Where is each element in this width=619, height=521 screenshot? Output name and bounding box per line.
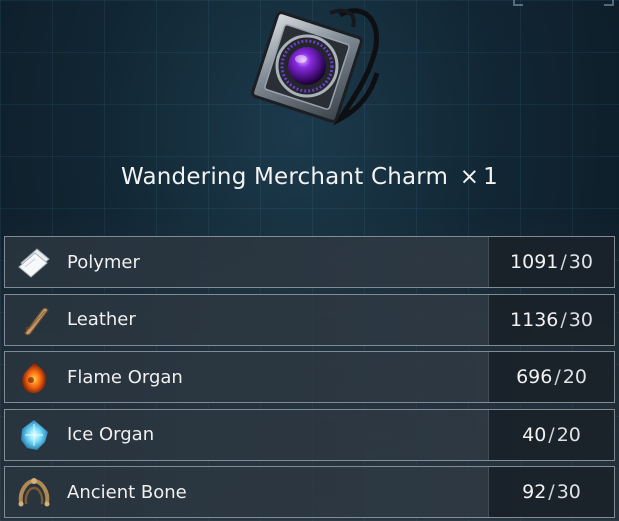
- material-quantity: 92/30: [488, 467, 614, 517]
- material-quantity: 1091/30: [488, 237, 614, 287]
- separator: /: [554, 366, 561, 388]
- item-quantity: 1: [483, 164, 499, 190]
- required-count: 20: [562, 366, 587, 388]
- ice-organ-icon: [15, 416, 53, 454]
- flame-organ-icon: [15, 358, 53, 396]
- owned-count: 40: [522, 423, 547, 446]
- multiplier-sign: ×: [459, 164, 480, 190]
- owned-count: 696: [516, 366, 553, 388]
- separator: /: [548, 423, 555, 446]
- required-count: 30: [556, 481, 581, 503]
- ancient-bone-icon: [15, 473, 53, 511]
- frame-corner: [513, 0, 523, 6]
- material-quantity: 40/20: [488, 409, 614, 460]
- frame-corner: [604, 0, 614, 6]
- polymer-icon: [15, 243, 53, 281]
- material-row-flame-organ: Flame Organ 696/20: [4, 351, 615, 403]
- material-row-leather: Leather 1136/30: [4, 293, 615, 346]
- material-quantity: 696/20: [488, 352, 614, 402]
- material-row-ice-organ: Ice Organ 40/20: [4, 408, 615, 461]
- separator: /: [548, 481, 555, 503]
- material-quantity: 1136/30: [488, 294, 614, 345]
- separator: /: [560, 251, 567, 273]
- crafting-panel: Wandering Merchant Charm × 1 Polymer 1091…: [0, 0, 619, 521]
- material-name: Flame Organ: [67, 366, 183, 388]
- required-count: 20: [556, 423, 581, 446]
- leather-icon: [15, 301, 53, 339]
- item-title: Wandering Merchant Charm × 1: [0, 164, 619, 190]
- material-name: Ice Organ: [67, 424, 155, 445]
- owned-count: 92: [522, 481, 547, 503]
- material-name: Ancient Bone: [67, 481, 187, 503]
- item-name: Wandering Merchant Charm: [120, 164, 449, 190]
- material-name: Polymer: [67, 251, 140, 273]
- materials-list: Polymer 1091/30 Leather 1136/30 Flame Or…: [4, 236, 615, 521]
- required-count: 30: [568, 251, 593, 273]
- material-row-ancient-bone: Ancient Bone 92/30: [4, 466, 615, 518]
- material-row-polymer: Polymer 1091/30: [4, 236, 615, 288]
- owned-count: 1136: [510, 308, 559, 331]
- material-name: Leather: [67, 309, 136, 330]
- separator: /: [560, 308, 567, 331]
- owned-count: 1091: [510, 251, 559, 273]
- required-count: 30: [568, 308, 593, 331]
- charm-icon: [251, 8, 380, 126]
